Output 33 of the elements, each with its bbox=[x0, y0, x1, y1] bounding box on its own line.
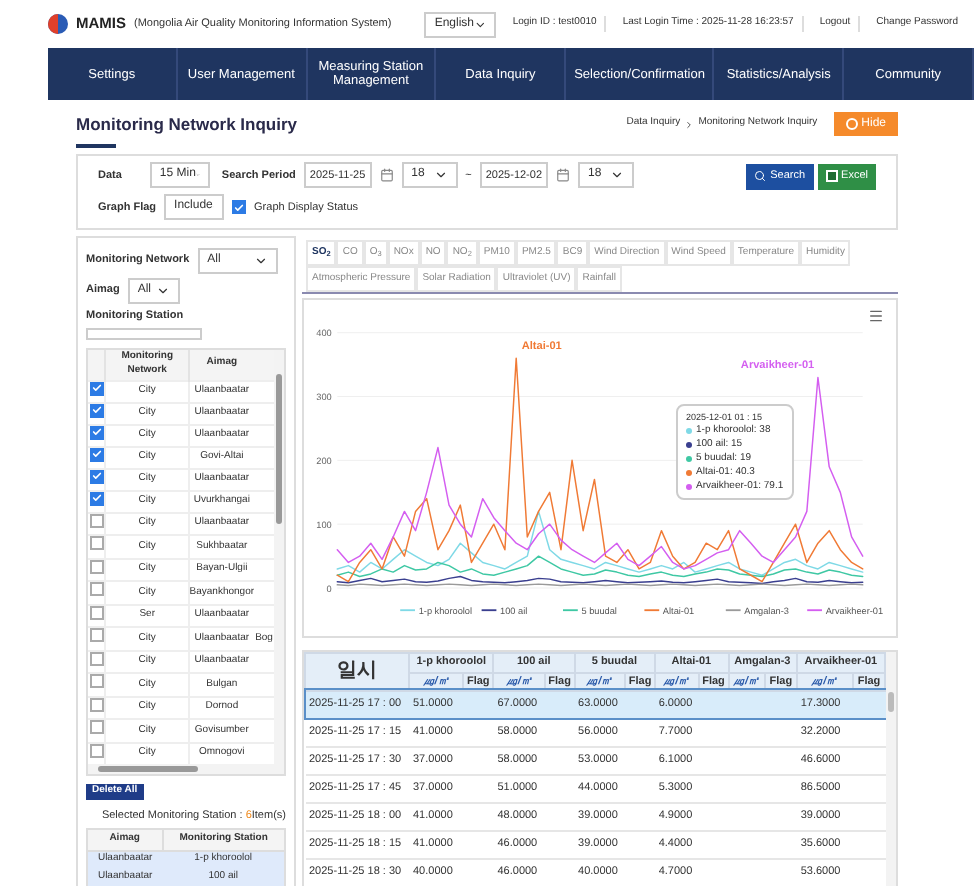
checkbox[interactable] bbox=[89, 403, 104, 417]
calendar-icon[interactable] bbox=[379, 168, 394, 183]
collapse-icon bbox=[845, 118, 858, 130]
checkbox[interactable] bbox=[89, 513, 104, 527]
calendar-icon[interactable] bbox=[556, 168, 571, 183]
checkbox[interactable] bbox=[89, 447, 104, 461]
checkbox[interactable] bbox=[89, 628, 104, 642]
checkbox[interactable] bbox=[89, 720, 104, 734]
title-underline bbox=[76, 143, 116, 148]
checkbox[interactable] bbox=[89, 491, 104, 505]
checkbox[interactable] bbox=[89, 469, 104, 483]
checkbox[interactable] bbox=[89, 425, 104, 439]
column-header: 일시 bbox=[305, 652, 409, 691]
checkbox[interactable] bbox=[232, 200, 247, 215]
checkbox[interactable] bbox=[89, 697, 104, 711]
checkbox[interactable] bbox=[89, 381, 104, 395]
logo-icon bbox=[48, 14, 68, 34]
menu-icon[interactable] bbox=[868, 307, 884, 324]
spreadsheet-icon bbox=[825, 170, 838, 183]
checkbox[interactable] bbox=[89, 674, 104, 688]
page-title: Monitoring Network Inquiry bbox=[76, 112, 297, 138]
checkbox[interactable] bbox=[89, 582, 104, 596]
checkbox[interactable] bbox=[89, 743, 104, 757]
scrollbar[interactable] bbox=[886, 651, 896, 886]
scrollbar[interactable] bbox=[88, 764, 284, 774]
checkbox[interactable] bbox=[89, 605, 104, 619]
checkbox[interactable] bbox=[89, 651, 104, 665]
check-icon bbox=[234, 201, 245, 214]
checkbox[interactable] bbox=[89, 559, 104, 573]
checkbox[interactable] bbox=[89, 536, 104, 550]
search-icon bbox=[754, 170, 767, 183]
station-search-field[interactable] bbox=[86, 328, 202, 339]
scrollbar[interactable] bbox=[274, 349, 284, 764]
